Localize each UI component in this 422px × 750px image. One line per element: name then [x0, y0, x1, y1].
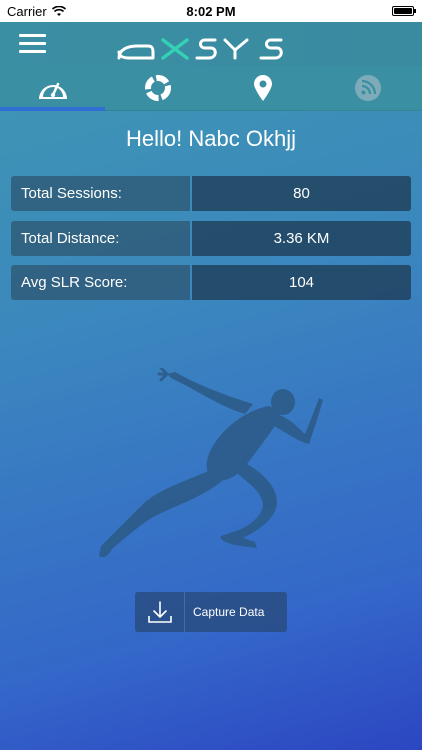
tab-location[interactable] — [210, 66, 315, 110]
tab-feed[interactable] — [315, 66, 420, 110]
stat-row-slr-score: Avg SLR Score: 104 — [11, 265, 411, 300]
location-pin-icon — [253, 75, 272, 101]
status-time: 8:02 PM — [186, 4, 236, 19]
active-tab-indicator — [0, 107, 105, 111]
stat-row-distance: Total Distance: 3.36 KM — [11, 221, 411, 256]
stat-label: Total Distance: — [11, 221, 190, 256]
donut-chart-icon — [144, 75, 171, 101]
app-header — [0, 22, 422, 66]
hamburger-menu-icon[interactable] — [19, 33, 47, 55]
runner-silhouette — [99, 368, 323, 558]
tab-bar — [0, 66, 422, 111]
axsys-logo — [117, 38, 283, 60]
battery-icon — [392, 6, 416, 16]
tab-stats[interactable] — [105, 66, 210, 110]
stat-row-sessions: Total Sessions: 80 — [11, 176, 411, 211]
dashboard-gauge-icon — [38, 82, 67, 99]
stat-value: 80 — [192, 176, 411, 211]
capture-data-button[interactable]: Capture Data — [135, 592, 287, 632]
tab-dashboard[interactable] — [0, 66, 105, 110]
status-bar: Carrier 8:02 PM — [0, 0, 422, 22]
stat-label: Avg SLR Score: — [11, 265, 190, 300]
download-icon — [135, 592, 185, 632]
stat-value: 104 — [192, 265, 411, 300]
greeting-text: Hello! Nabc Okhjj — [126, 126, 296, 151]
capture-data-label: Capture Data — [193, 605, 265, 619]
stat-value: 3.36 KM — [192, 221, 411, 256]
stat-label: Total Sessions: — [11, 176, 190, 211]
rss-feed-icon — [354, 75, 381, 101]
